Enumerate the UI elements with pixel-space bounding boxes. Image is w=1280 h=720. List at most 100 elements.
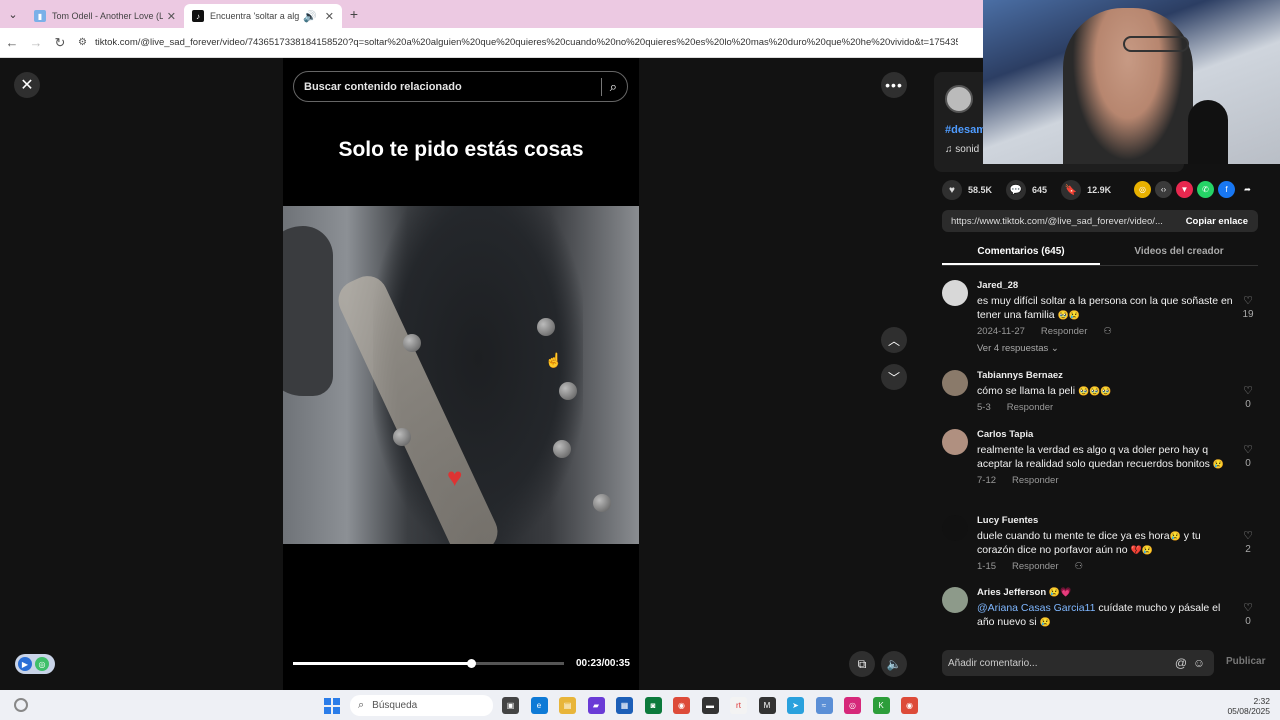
reply-button[interactable]: Responder: [1012, 561, 1058, 572]
embed-icon[interactable]: ‹›: [1155, 181, 1172, 198]
close-tab-icon[interactable]: ✕: [325, 10, 334, 23]
browser-tab-2[interactable]: ♪ Encuentra 'soltar a alguien q 🔊 ✕: [184, 4, 342, 28]
reply-button[interactable]: Responder: [1007, 402, 1053, 413]
app-icon[interactable]: K: [872, 697, 890, 714]
hashtag-link[interactable]: #desam: [945, 124, 986, 136]
capcut-icon[interactable]: M: [758, 697, 776, 714]
close-tab-icon[interactable]: ✕: [167, 10, 176, 23]
app-icon[interactable]: ≈: [815, 697, 833, 714]
comment-like-button[interactable]: ♡ 0: [1238, 384, 1258, 410]
avatar[interactable]: [942, 370, 968, 396]
avatar[interactable]: [942, 429, 968, 455]
reply-button[interactable]: Responder: [1012, 475, 1058, 486]
app-icon[interactable]: ▰: [587, 697, 605, 714]
creator-liked-icon: ⚇: [1103, 326, 1112, 337]
share-link-url[interactable]: https://www.tiktok.com/@live_sad_forever…: [942, 216, 1176, 227]
username-emoji: 😢💗: [1048, 587, 1072, 597]
back-icon[interactable]: ←: [0, 35, 24, 50]
new-tab-button[interactable]: +: [342, 6, 366, 22]
comment-icon[interactable]: 💬: [1006, 180, 1027, 200]
add-comment-input[interactable]: Añadir comentario... @ ☺: [942, 650, 1214, 676]
bookmark-icon[interactable]: 🔖: [1061, 180, 1082, 200]
share-arrow-icon[interactable]: ➦: [1239, 181, 1256, 198]
tab-comments[interactable]: Comentarios (645): [942, 240, 1100, 265]
comment-emoji: 💔😢: [1130, 545, 1153, 555]
forward-icon[interactable]: →: [24, 35, 48, 50]
app-icon[interactable]: ◙: [644, 697, 662, 714]
reload-icon[interactable]: ↻: [48, 35, 72, 51]
comment-text: realmente la verdad es algo q va doler p…: [977, 443, 1233, 471]
mention-link[interactable]: @Ariana Casas Garcia11: [977, 602, 1095, 614]
tab-list-chevron-icon[interactable]: ⌄: [0, 0, 26, 28]
comment-username[interactable]: Carlos Tapia: [977, 429, 1233, 440]
edge-icon[interactable]: e: [530, 697, 548, 714]
avatar[interactable]: [942, 515, 968, 541]
avatar[interactable]: [942, 587, 968, 613]
url-field[interactable]: ⚙ tiktok.com/@live_sad_forever/video/743…: [78, 37, 958, 48]
whatsapp-icon[interactable]: ✆: [1197, 181, 1214, 198]
progress-handle[interactable]: [467, 659, 477, 668]
publish-button[interactable]: Publicar: [1226, 656, 1265, 667]
comment-like-button[interactable]: ♡ 19: [1238, 294, 1258, 320]
coin-share-icon[interactable]: ◎: [1134, 181, 1151, 198]
comment-username[interactable]: Aries Jefferson 😢💗: [977, 587, 1233, 598]
webcam-overlay: [983, 0, 1280, 164]
store-icon[interactable]: ▦: [616, 697, 633, 714]
comment-like-button[interactable]: ♡ 0: [1238, 601, 1258, 627]
copy-link-button[interactable]: Copiar enlace: [1176, 216, 1258, 227]
send-icon[interactable]: ▼: [1176, 181, 1193, 198]
comment-like-button[interactable]: ♡ 2: [1238, 529, 1258, 555]
video-player[interactable]: Buscar contenido relacionado ⌕ Solo te p…: [283, 58, 639, 690]
comment-like-count: 0: [1245, 616, 1251, 627]
related-search-input[interactable]: Buscar contenido relacionado ⌕: [293, 71, 628, 102]
windows-start-icon[interactable]: [324, 698, 340, 714]
sound-link[interactable]: ♫ sonid: [945, 144, 979, 155]
rtve-icon[interactable]: rt: [730, 697, 747, 714]
tab-title: Tom Odell - Another Love (Lyric: [52, 11, 163, 21]
search-icon: ⌕: [358, 699, 365, 711]
previous-video-icon[interactable]: ︿: [881, 327, 907, 353]
more-options-icon[interactable]: •••: [881, 72, 907, 98]
video-progress-bar[interactable]: [293, 659, 564, 668]
task-view-icon[interactable]: ▣: [502, 697, 519, 714]
app-icon[interactable]: ▬: [701, 697, 719, 714]
telegram-icon[interactable]: ➤: [787, 697, 804, 714]
chrome-icon[interactable]: ◉: [673, 697, 690, 714]
autoscroll-toggle[interactable]: ▶ ◎: [15, 654, 55, 674]
tab-creator-videos[interactable]: Videos del creador: [1100, 240, 1258, 265]
instagram-icon[interactable]: ◎: [844, 697, 861, 714]
emoji-icon[interactable]: ☺: [1190, 656, 1208, 670]
comment-username[interactable]: Jared_28: [977, 280, 1233, 291]
chrome-profile-icon[interactable]: ◉: [901, 697, 918, 714]
widgets-icon[interactable]: [14, 698, 28, 712]
browser-tab-1[interactable]: ▮ Tom Odell - Another Love (Lyric ✕: [26, 4, 184, 28]
clock-time: 2:32: [1253, 696, 1270, 706]
file-explorer-icon[interactable]: ▤: [559, 697, 576, 714]
next-video-icon[interactable]: ﹀: [881, 364, 907, 390]
mention-icon[interactable]: @: [1172, 656, 1190, 670]
heart-outline-icon: ♡: [1243, 530, 1253, 542]
comment-item: Aries Jefferson 😢💗 @Ariana Casas Garcia1…: [942, 587, 1258, 637]
picture-in-picture-icon[interactable]: ⧉: [849, 651, 875, 677]
search-icon[interactable]: ⌕: [610, 79, 617, 95]
speaker-icon[interactable]: 🔊: [303, 10, 317, 23]
facebook-icon[interactable]: f: [1218, 181, 1235, 198]
volume-icon[interactable]: 🔈: [881, 651, 907, 677]
close-icon[interactable]: ✕: [14, 72, 40, 98]
comment-like-button[interactable]: ♡ 0: [1238, 443, 1258, 469]
author-avatar[interactable]: [945, 85, 973, 113]
comment-placeholder: Añadir comentario...: [948, 657, 1038, 669]
heart-outline-icon: ♡: [1243, 444, 1253, 456]
comment-username[interactable]: Tabiannys Bernaez: [977, 370, 1233, 381]
like-icon[interactable]: ♥: [942, 180, 962, 200]
clock-date: 05/08/2025: [1227, 706, 1270, 716]
avatar[interactable]: [942, 280, 968, 306]
comment-username[interactable]: Lucy Fuentes: [977, 515, 1233, 526]
video-viewer: ✕ Buscar contenido relacionado ⌕ Solo te…: [0, 58, 920, 690]
taskbar-search-input[interactable]: ⌕ Búsqueda: [350, 695, 493, 716]
comment-item: Lucy Fuentes duele cuando tu mente te di…: [942, 515, 1258, 587]
comment-date: 7-12: [977, 475, 997, 486]
reply-button[interactable]: Responder: [1041, 326, 1087, 337]
site-info-icon[interactable]: ⚙: [78, 37, 87, 48]
view-replies-button[interactable]: Ver 4 respuestas ⌄: [977, 343, 1233, 354]
